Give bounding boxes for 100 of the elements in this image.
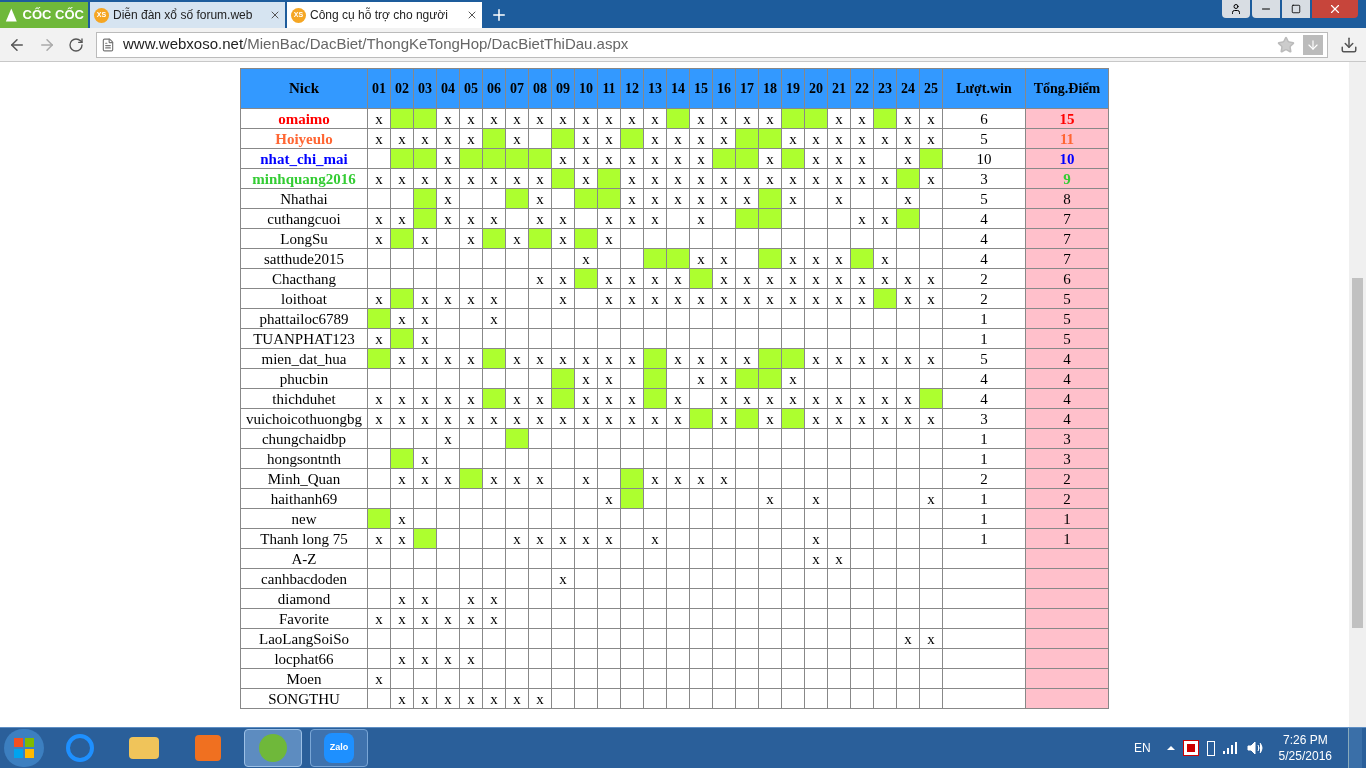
wins-cell: 1 (942, 528, 1026, 549)
speaker-icon[interactable] (1246, 741, 1263, 755)
url-text: www.webxoso.net/MienBac/DacBiet/ThongKeTongHop/DacBietThiDau.aspx (123, 34, 629, 55)
wins-cell: 5 (942, 188, 1026, 209)
maximize-button[interactable] (1282, 0, 1310, 18)
column-header: 20 (804, 68, 828, 109)
column-header: 12 (620, 68, 644, 109)
column-header: 01 (367, 68, 391, 109)
maximize-icon (1291, 4, 1301, 14)
address-bar[interactable]: www.webxoso.net/MienBac/DacBiet/ThongKeTongHop/DacBietThiDau.aspx (96, 31, 1328, 58)
column-header: 13 (643, 68, 667, 109)
column-header: Lượt.win (942, 68, 1026, 109)
wins-cell: 6 (942, 108, 1026, 129)
column-header: 15 (689, 68, 713, 109)
star-icon[interactable] (1277, 35, 1295, 54)
user-icon (1230, 3, 1242, 15)
nick-cell: minhquang2016 (240, 168, 368, 189)
column-header: 02 (390, 68, 414, 109)
column-header: 03 (413, 68, 437, 109)
wins-cell: 4 (942, 208, 1026, 229)
nick-cell: LongSu (240, 228, 368, 249)
column-header: 19 (781, 68, 805, 109)
column-header: 16 (712, 68, 736, 109)
wins-cell: 1 (942, 488, 1026, 509)
new-tab-icon[interactable] (490, 6, 508, 24)
wins-cell: 5 (942, 348, 1026, 369)
wins-cell: 4 (942, 368, 1026, 389)
nick-cell: canhbacdoden (240, 568, 368, 589)
nick-cell: SONGTHU (240, 688, 368, 709)
close-icon[interactable] (466, 9, 478, 21)
column-header: 07 (505, 68, 529, 109)
nick-cell: haithanh69 (240, 488, 368, 509)
column-header: 23 (873, 68, 897, 109)
profile-button[interactable] (1222, 0, 1250, 18)
start-button[interactable] (4, 729, 44, 767)
column-header: 25 (919, 68, 943, 109)
clock[interactable]: 7:26 PM 5/25/2016 (1270, 732, 1340, 764)
nick-cell: chungchaidbp (240, 428, 368, 449)
minimize-button[interactable] (1252, 0, 1280, 18)
nick-cell: Hoiyeulo (240, 128, 368, 149)
column-header: 04 (436, 68, 460, 109)
column-header: 08 (528, 68, 552, 109)
wins-cell: 3 (942, 168, 1026, 189)
nick-cell: Moen (240, 668, 368, 689)
wins-cell: 10 (942, 148, 1026, 169)
wins-cell: 2 (942, 268, 1026, 289)
nick-cell: locphat66 (240, 648, 368, 669)
close-icon (1328, 2, 1342, 16)
column-header: 24 (896, 68, 920, 109)
nick-cell: hongsontnth (240, 448, 368, 469)
arrow-down-icon (1306, 37, 1320, 52)
column-header: Tổng.Điểm (1025, 68, 1109, 109)
battery-icon[interactable] (1206, 740, 1215, 756)
nick-cell: TUANPHAT123 (240, 328, 368, 349)
column-header: 10 (574, 68, 598, 109)
page-icon (101, 37, 115, 52)
column-header: 06 (482, 68, 506, 109)
nick-cell: cuthangcuoi (240, 208, 368, 229)
nick-cell: Chacthang (240, 268, 368, 289)
wins-cell: 2 (942, 288, 1026, 309)
tray-app-icon[interactable] (1182, 740, 1199, 756)
tab-title: Diễn đàn xổ số forum.web (113, 6, 254, 24)
column-header: 22 (850, 68, 874, 109)
wins-cell: 1 (942, 308, 1026, 329)
downloads-icon[interactable] (1340, 35, 1358, 54)
wins-cell: 4 (942, 388, 1026, 409)
column-header: 05 (459, 68, 483, 109)
nick-cell: diamond (240, 588, 368, 609)
signal-icon[interactable] (1222, 742, 1239, 754)
nick-cell: phattailoc6789 (240, 308, 368, 329)
reload-icon[interactable] (68, 36, 84, 53)
scrollbar[interactable] (1349, 62, 1366, 727)
tray-arrow-icon[interactable] (1166, 746, 1175, 750)
nick-cell: Nhathai (240, 188, 368, 209)
nick-cell: new (240, 508, 368, 529)
column-header: Nick (240, 68, 368, 109)
nick-cell: Thanh long 75 (240, 528, 368, 549)
wins-cell: 1 (942, 448, 1026, 469)
wins-cell: 4 (942, 228, 1026, 249)
tab-title: Công cụ hỗ trợ cho người (310, 6, 449, 24)
nick-cell: A-Z (240, 548, 368, 569)
nick-cell: phucbin (240, 368, 368, 389)
nick-cell: Minh_Quan (240, 468, 368, 489)
windows-logo-icon (13, 737, 35, 759)
nick-cell: omaimo (240, 108, 368, 129)
column-header: 14 (666, 68, 690, 109)
nick-cell: mien_dat_hua (240, 348, 368, 369)
wins-cell: 5 (942, 128, 1026, 149)
close-icon[interactable] (269, 9, 281, 21)
column-header: 11 (597, 68, 621, 109)
nick-cell: nhat_chi_mai (240, 148, 368, 169)
nick-cell: Favorite (240, 608, 368, 629)
column-header: 18 (758, 68, 782, 109)
column-header: 09 (551, 68, 575, 109)
language-indicator[interactable]: EN (1133, 739, 1151, 757)
wins-cell: 2 (942, 468, 1026, 489)
wins-cell: 1 (942, 508, 1026, 529)
nick-cell: loithoat (240, 288, 368, 309)
nick-cell: vuichoicothuongbg (240, 408, 368, 429)
wins-cell: 3 (942, 408, 1026, 429)
